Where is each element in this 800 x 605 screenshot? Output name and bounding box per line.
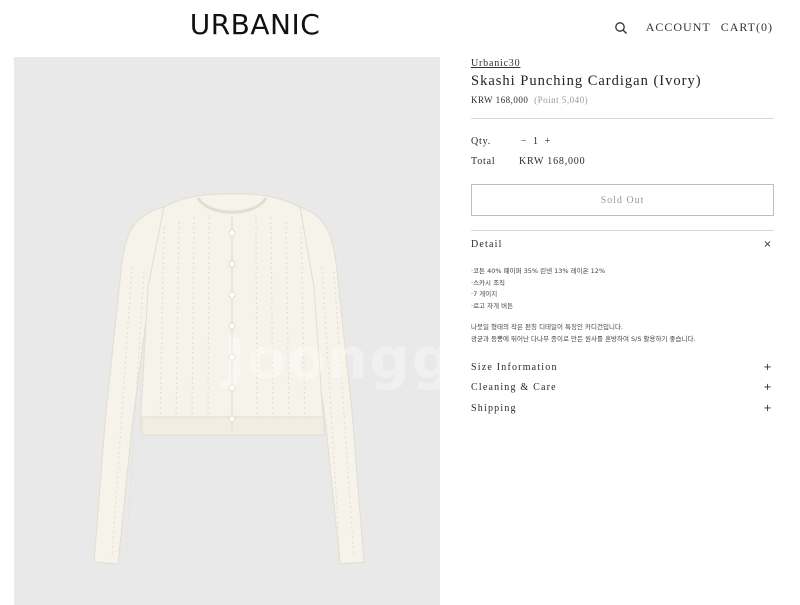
size-information-header[interactable]: Size Information + [471, 362, 774, 373]
qty-decrease-button[interactable]: − [519, 136, 529, 147]
product-title: Skashi Punching Cardigan (Ivory) [471, 73, 702, 89]
plus-icon[interactable]: + [763, 403, 773, 414]
divider [471, 230, 774, 231]
description-line: 광균과 등뽕에 뛰어난 다나무 종이로 만든 원사를 혼방하여 S/S 활용하기… [471, 334, 696, 343]
cart-link[interactable]: CART(0) [721, 20, 773, 35]
product-image: Joonggonara [14, 57, 440, 605]
spec-line: ·로고 자개 버튼 [471, 301, 514, 310]
total-row: Total KRW 168,000 [471, 156, 585, 167]
plus-icon[interactable]: + [763, 382, 773, 393]
shipping-label: Shipping [471, 403, 517, 414]
point-value: (Point 5,040) [534, 95, 589, 105]
spec-line: ·코튼 40% 폐이퍼 35% 린넨 13% 레이온 12% [471, 267, 606, 275]
close-icon[interactable]: × [763, 239, 773, 250]
shipping-header[interactable]: Shipping + [471, 403, 774, 414]
size-information-label: Size Information [471, 362, 558, 373]
search-icon[interactable] [614, 21, 628, 35]
spec-line: ·7 게이지 [471, 290, 498, 298]
divider [471, 118, 774, 119]
total-label: Total [471, 156, 496, 167]
detail-content: ·코튼 40% 폐이퍼 35% 린넨 13% 레이온 12% ·스카시 조직 ·… [471, 266, 774, 345]
price: KRW 168,000 [471, 95, 529, 105]
qty-value[interactable]: 1 [533, 136, 539, 147]
quantity-row: Qty. − 1 + [471, 136, 553, 147]
qty-increase-button[interactable]: + [543, 136, 553, 147]
detail-section-header[interactable]: Detail × [471, 239, 774, 250]
price-line: KRW 168,000 (Point 5,040) [471, 95, 774, 105]
description-line: 나붓일 형태의 작은 펀칭 디테일이 특징인 카디건입니다. [471, 323, 624, 331]
product-info: Urbanic30 Skashi Punching Cardigan (Ivor… [471, 58, 774, 414]
sold-out-button[interactable]: Sold Out [471, 184, 774, 216]
top-navigation: ACCOUNT CART(0) [614, 20, 773, 35]
account-link[interactable]: ACCOUNT [646, 20, 711, 35]
plus-icon[interactable]: + [763, 362, 773, 373]
brand-link[interactable]: Urbanic30 [471, 58, 774, 69]
qty-label: Qty. [471, 136, 492, 147]
total-value: KRW 168,000 [519, 156, 586, 167]
site-logo[interactable]: URBANIC [0, 8, 510, 41]
spec-line: ·스카시 조직 [471, 278, 506, 287]
cleaning-care-label: Cleaning & Care [471, 382, 557, 393]
cleaning-care-header[interactable]: Cleaning & Care + [471, 382, 774, 393]
detail-label: Detail [471, 239, 503, 250]
